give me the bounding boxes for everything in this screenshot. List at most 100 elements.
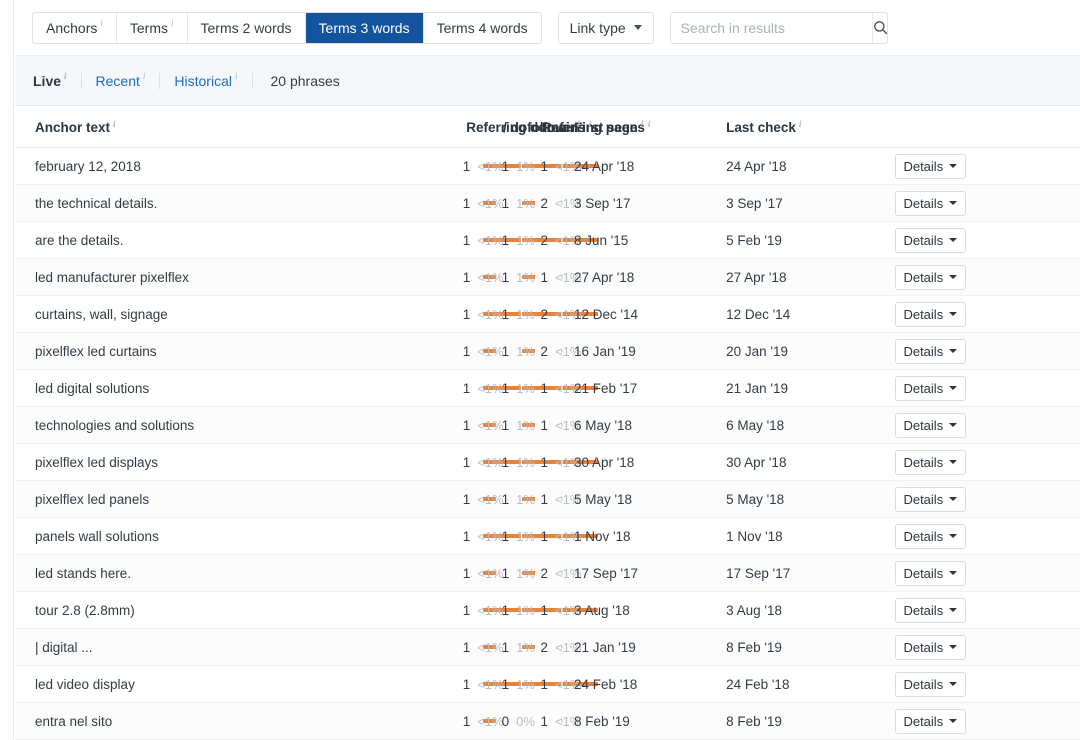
dofollow-count-value: 1 [502, 418, 510, 433]
table-row[interactable]: the technical details.1<1%11%2<1%3 Sep '… [15, 185, 1080, 222]
referring-pages-percent: <1% [548, 481, 561, 518]
info-icon[interactable]: i [171, 18, 174, 28]
col-first-seen[interactable]: First seeni [574, 106, 726, 148]
last-check-cell-value: 12 Dec '14 [726, 307, 790, 322]
table-row[interactable]: pixelflex led displays1<1%11%1<1%30 Apr … [15, 444, 1080, 481]
details-button[interactable]: Details [895, 561, 966, 586]
last-check-cell-value: 5 May '18 [726, 492, 784, 507]
details-button[interactable]: Details [895, 265, 966, 290]
table-row[interactable]: entra nel sito1<1%00%1<1%8 Feb '198 Feb … [15, 703, 1080, 740]
details-button[interactable]: Details [895, 672, 966, 697]
chevron-down-icon [949, 423, 957, 427]
details-button[interactable]: Details [895, 228, 966, 253]
first-seen-cell-value: 17 Sep '17 [574, 566, 638, 581]
details-button-label: Details [903, 640, 943, 655]
info-icon[interactable]: i [235, 68, 238, 84]
first-seen-cell: 30 Apr '18 [574, 444, 726, 481]
col-anchor-text[interactable]: Anchor texti [15, 106, 457, 148]
dofollow-count-value: 1 [502, 270, 510, 285]
tab-terms[interactable]: Termsi [117, 13, 188, 43]
first-seen-cell: 16 Jan '19 [574, 333, 726, 370]
table-row[interactable]: pixelflex led panels1<1%11%1<1%5 May '18… [15, 481, 1080, 518]
table-row[interactable]: february 12, 20181<1%11%1<1%24 Apr '1824… [15, 148, 1080, 185]
referring-domains-count: 1 [457, 555, 470, 592]
last-check-cell-value: 8 Feb '19 [726, 640, 782, 655]
first-seen-cell: 27 Apr '18 [574, 259, 726, 296]
dofollow-percent: 1% [509, 555, 522, 592]
dofollow-percent: 1% [509, 259, 522, 296]
info-icon[interactable]: i [641, 119, 644, 129]
referring-pages-count: 1 [535, 148, 548, 185]
first-seen-cell-value: 5 May '18 [574, 492, 632, 507]
referring-pages-count-value: 1 [540, 270, 548, 285]
tab-terms-3-words[interactable]: Terms 3 words [306, 13, 424, 43]
col-last-check[interactable]: Last checki [726, 106, 889, 148]
table-row[interactable]: are the details.1<1%11%2<1%8 Jun '155 Fe… [15, 222, 1080, 259]
details-button[interactable]: Details [895, 302, 966, 327]
tab-terms-4-words[interactable]: Terms 4 words [424, 13, 541, 43]
first-seen-cell: 17 Sep '17 [574, 555, 726, 592]
details-button[interactable]: Details [895, 635, 966, 660]
referring-domains-count-value: 1 [463, 344, 471, 359]
anchor-text-cell-value: curtains, wall, signage [35, 307, 168, 322]
details-button-label: Details [903, 344, 943, 359]
info-icon[interactable]: i [589, 119, 592, 129]
details-button-label: Details [903, 492, 943, 507]
details-button[interactable]: Details [895, 376, 966, 401]
details-button[interactable]: Details [895, 191, 966, 216]
info-icon[interactable]: i [143, 68, 146, 84]
table-row[interactable]: panels wall solutions1<1%11%1<1%1 Nov '1… [15, 518, 1080, 555]
dofollow-percent-value: 1% [516, 418, 535, 433]
info-icon[interactable]: i [100, 18, 103, 28]
anchor-text-cell-value: february 12, 2018 [35, 159, 141, 174]
info-icon[interactable]: i [64, 68, 67, 84]
dofollow-percent: 1% [509, 333, 522, 370]
search-input[interactable] [671, 13, 872, 43]
first-seen-cell: 5 May '18 [574, 481, 726, 518]
details-button-label: Details [903, 455, 943, 470]
time-mode-historical[interactable]: Historicali [160, 73, 252, 89]
time-mode-live[interactable]: Livei [33, 73, 82, 89]
first-seen-cell-value: 12 Dec '14 [574, 307, 638, 322]
dofollow-percent-value: 1% [516, 159, 535, 174]
table-row[interactable]: led digital solutions1<1%11%1<1%21 Feb '… [15, 370, 1080, 407]
chevron-down-icon [949, 534, 957, 538]
table-row[interactable]: technologies and solutions1<1%11%1<1%6 M… [15, 407, 1080, 444]
tab-anchors[interactable]: Anchorsi [33, 13, 117, 43]
table-row[interactable]: pixelflex led curtains1<1%11%2<1%16 Jan … [15, 333, 1080, 370]
referring-pages-percent: <1% [548, 444, 561, 481]
details-button[interactable]: Details [895, 450, 966, 475]
tab-terms-2-words[interactable]: Terms 2 words [188, 13, 306, 43]
details-cell: Details [889, 444, 1080, 481]
col-referring-domains[interactable]: Referring domainsi [457, 106, 496, 148]
info-icon[interactable]: i [113, 119, 116, 129]
time-mode-recent[interactable]: Recenti [82, 73, 161, 89]
referring-domains-percent: <1% [470, 148, 483, 185]
last-check-cell-value: 1 Nov '18 [726, 529, 783, 544]
info-icon[interactable]: i [648, 119, 651, 129]
dofollow-percent: 1% [509, 444, 522, 481]
referring-pages-count-value: 1 [540, 603, 548, 618]
chevron-down-icon [949, 497, 957, 501]
details-button[interactable]: Details [895, 598, 966, 623]
table-row[interactable]: led manufacturer pixelflex1<1%11%1<1%27 … [15, 259, 1080, 296]
table-row[interactable]: led stands here.1<1%11%2<1%17 Sep '1717 … [15, 555, 1080, 592]
details-button[interactable]: Details [895, 487, 966, 512]
link-type-dropdown[interactable]: Link type [558, 12, 654, 44]
details-button[interactable]: Details [895, 709, 966, 734]
last-check-cell-value: 21 Jan '19 [726, 381, 788, 396]
details-button[interactable]: Details [895, 339, 966, 364]
details-button[interactable]: Details [895, 154, 966, 179]
report-panel: AnchorsiTermsiTerms 2 wordsTerms 3 words… [15, 0, 1080, 740]
details-button[interactable]: Details [895, 524, 966, 549]
info-icon[interactable]: i [578, 119, 581, 129]
table-row[interactable]: | digital ...1<1%11%2<1%21 Jan '198 Feb … [15, 629, 1080, 666]
search-button[interactable] [872, 13, 888, 43]
details-button[interactable]: Details [895, 413, 966, 438]
last-check-cell: 5 Feb '19 [726, 222, 889, 259]
table-row[interactable]: curtains, wall, signage1<1%11%2<1%12 Dec… [15, 296, 1080, 333]
referring-pages-count: 2 [535, 222, 548, 259]
table-row[interactable]: led video display1<1%11%1<1%24 Feb '1824… [15, 666, 1080, 703]
table-row[interactable]: tour 2.8 (2.8mm)1<1%11%1<1%3 Aug '183 Au… [15, 592, 1080, 629]
info-icon[interactable]: i [799, 119, 802, 129]
